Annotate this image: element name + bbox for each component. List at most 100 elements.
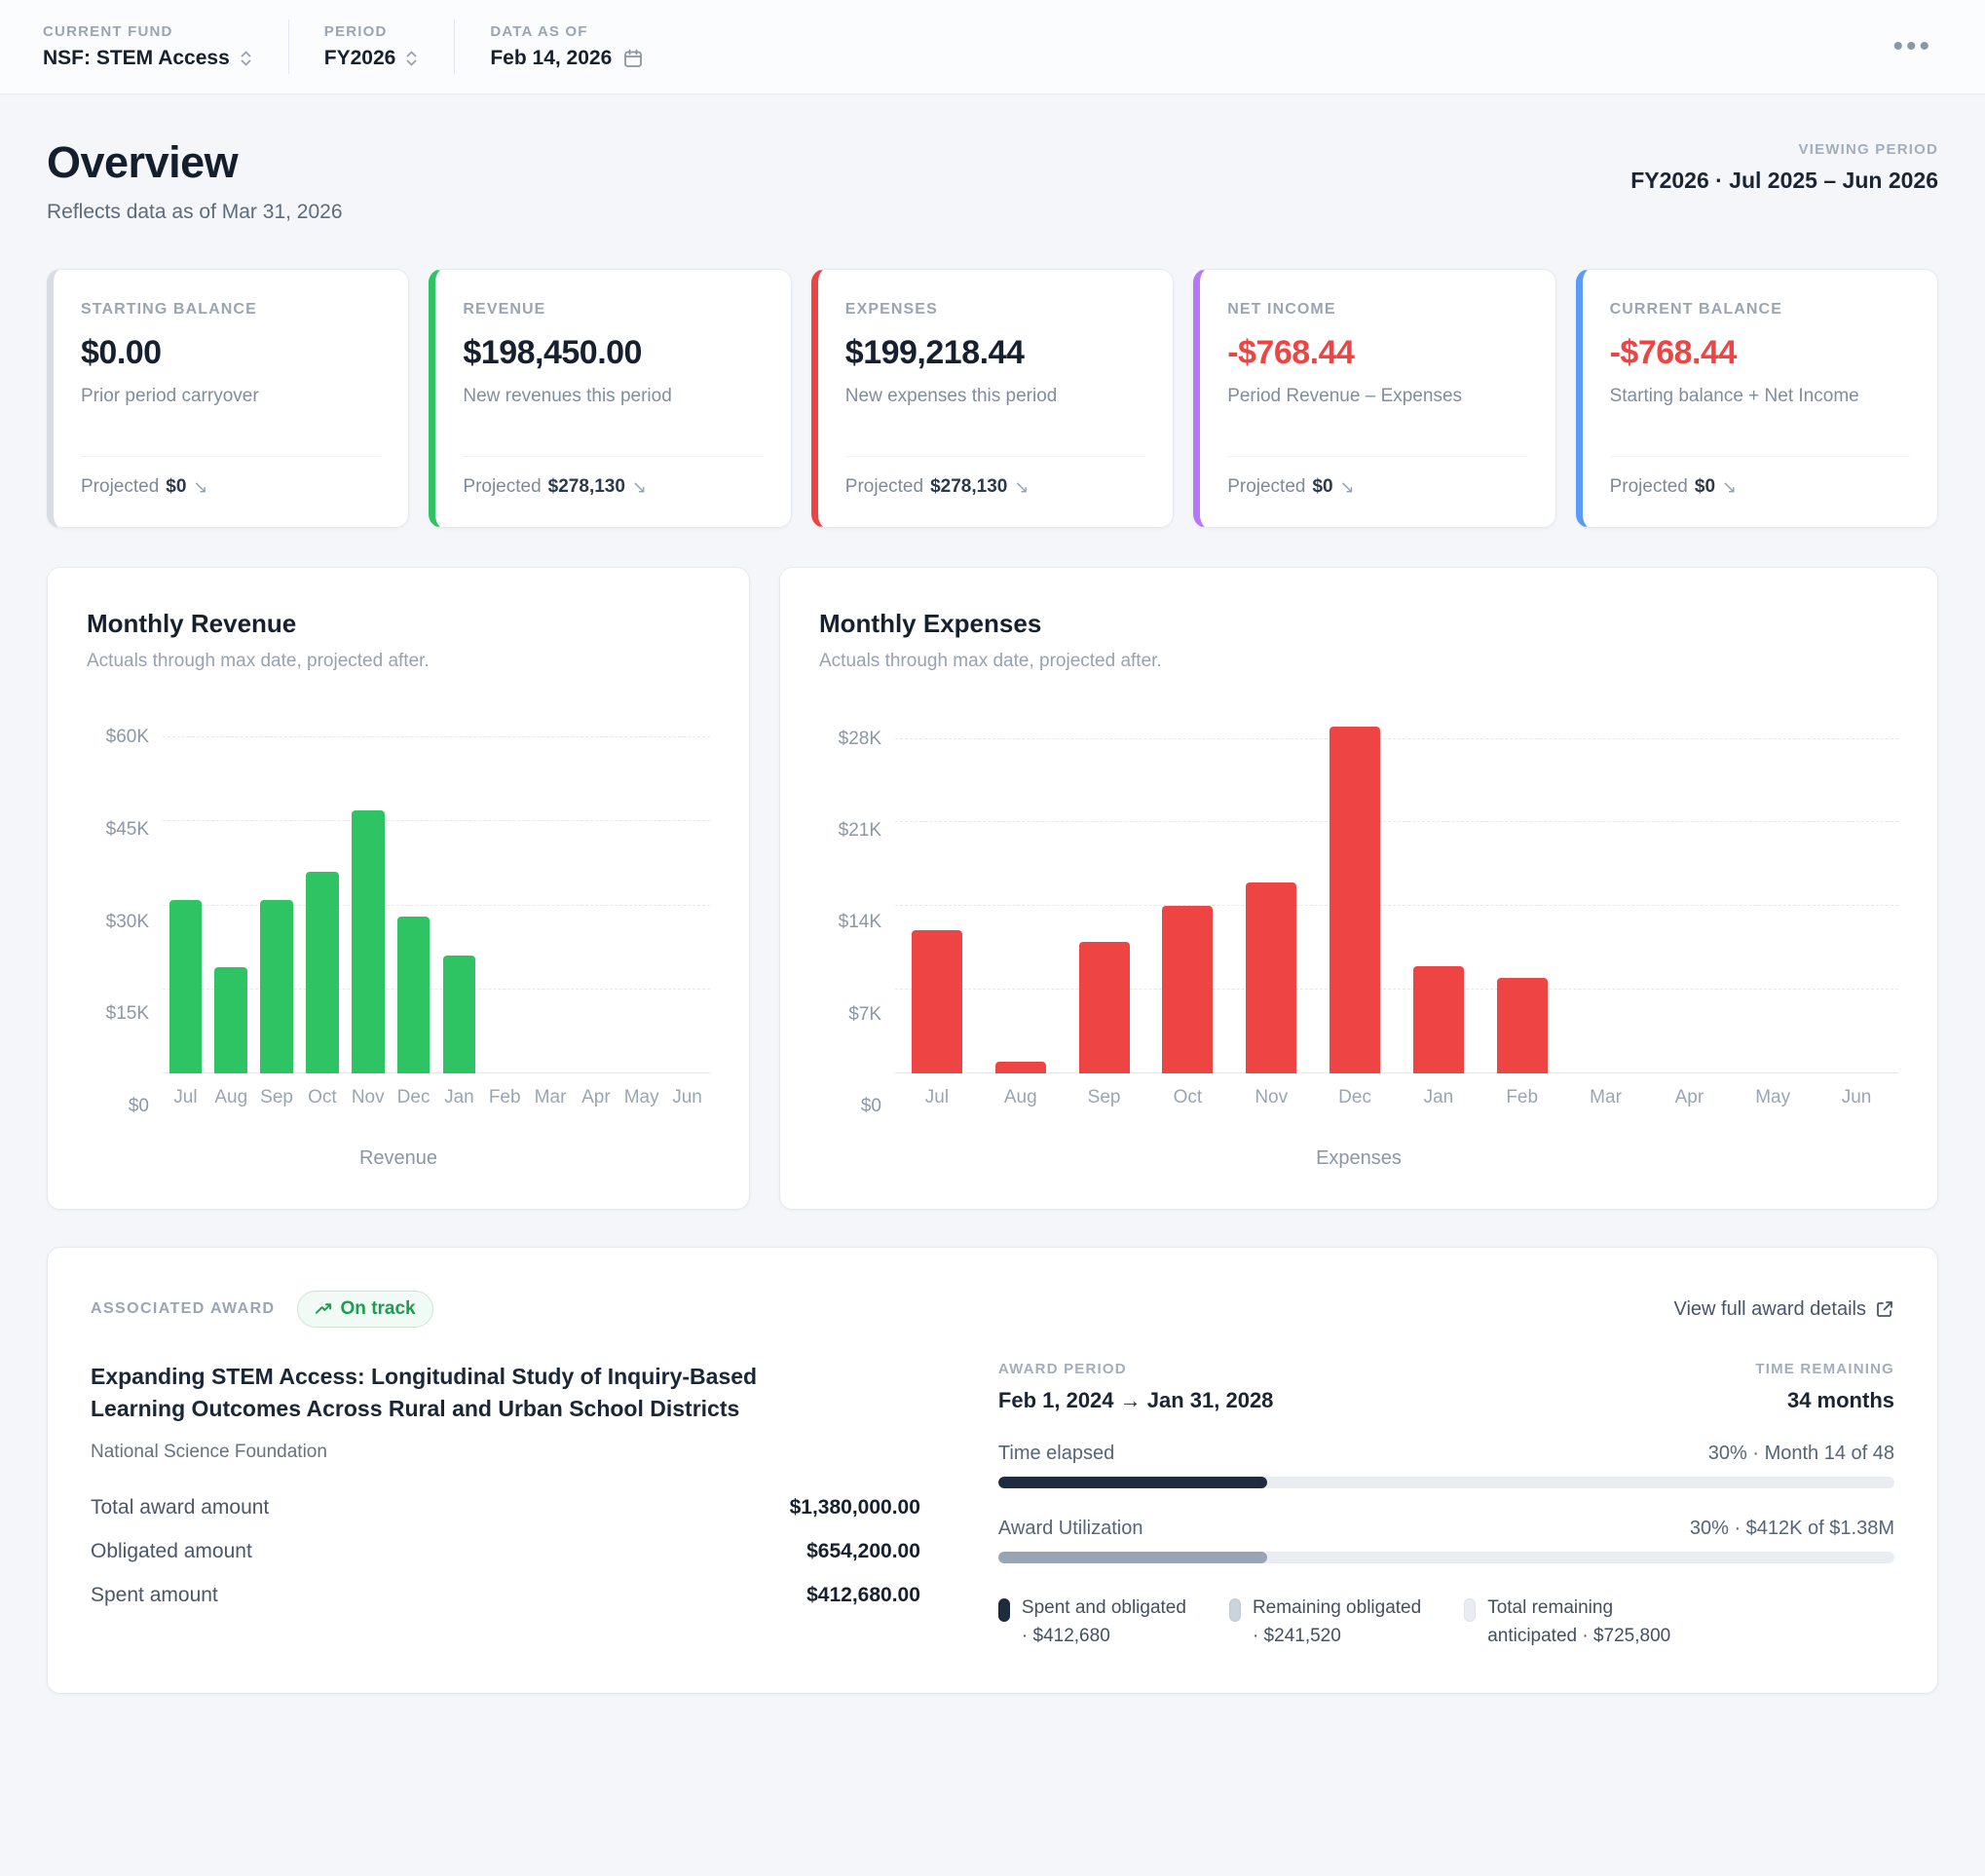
x-label-sep: Sep xyxy=(254,1087,300,1108)
progress-label: Time elapsed xyxy=(998,1443,1114,1465)
expenses-bar-jan xyxy=(1413,966,1464,1073)
period-select[interactable]: FY2026 xyxy=(324,47,420,70)
data-as-of-group: DATA AS OF Feb 14, 2026 xyxy=(490,23,644,70)
projected-value: $0 xyxy=(166,476,186,498)
plot-column: JulAugSepOctNovDecJanFebMarAprMayJun xyxy=(895,715,1898,1108)
y-axis: $0$15K$30K$45K$60K xyxy=(87,715,163,1108)
projected-row: Projected$0↘ xyxy=(81,476,381,498)
bar-slot-oct xyxy=(1145,715,1229,1073)
progress-fill xyxy=(998,1477,1267,1488)
x-label-apr: Apr xyxy=(573,1087,618,1108)
stat-card-current-balance: CURRENT BALANCE-$768.44Starting balance … xyxy=(1576,269,1938,528)
legend-label-line1: Spent and obligated xyxy=(1022,1595,1186,1623)
stat-card-description: Starting balance + Net Income xyxy=(1610,384,1910,409)
legend-dot xyxy=(1464,1598,1476,1622)
viewing-period-value: FY2026 · Jul 2025 – Jun 2026 xyxy=(1630,168,1938,194)
status-badge-label: On track xyxy=(341,1298,416,1320)
bar-slot-jan xyxy=(436,715,482,1073)
viewing-period: VIEWING PERIOD FY2026 · Jul 2025 – Jun 2… xyxy=(1630,137,1938,194)
expenses-bar-aug xyxy=(995,1062,1046,1073)
y-tick-label: $21K xyxy=(839,820,881,842)
progress-bars: Time elapsed30% · Month 14 of 48Award Ut… xyxy=(998,1443,1894,1563)
bar-slot-aug xyxy=(208,715,254,1073)
data-as-of-picker[interactable]: Feb 14, 2026 xyxy=(490,47,644,70)
award-summary: Expanding STEM Access: Longitudinal Stud… xyxy=(91,1361,920,1650)
x-label-jul: Jul xyxy=(163,1087,208,1108)
bar-slot-nov xyxy=(1229,715,1313,1073)
legend-item: Total remaininganticipated · $725,800 xyxy=(1464,1595,1670,1650)
expenses-bar-sep xyxy=(1079,942,1130,1073)
award-utilization-progress: Award Utilization30% · $412K of $1.38M xyxy=(998,1518,1894,1563)
y-tick-label: $7K xyxy=(848,1004,881,1026)
y-tick-label: $14K xyxy=(839,912,881,933)
x-axis-labels: JulAugSepOctNovDecJanFebMarAprMayJun xyxy=(895,1087,1898,1108)
bar-slot-jun xyxy=(664,715,710,1073)
x-label-aug: Aug xyxy=(979,1087,1063,1108)
amount-label: Total award amount xyxy=(91,1496,269,1520)
legend-item: Remaining obligated· $241,520 xyxy=(1229,1595,1421,1650)
bar-slot-jan xyxy=(1397,715,1480,1073)
revenue-bar-dec xyxy=(397,917,431,1073)
bar-slot-feb xyxy=(482,715,528,1073)
fund-select-group: CURRENT FUND NSF: STEM Access xyxy=(43,23,253,70)
y-tick-label: $45K xyxy=(106,819,149,841)
bars xyxy=(895,715,1898,1073)
bar-slot-mar xyxy=(1564,715,1648,1073)
chart-title: Monthly Revenue xyxy=(87,609,710,639)
plot-column: JulAugSepOctNovDecJanFebMarAprMayJun xyxy=(163,715,710,1108)
x-label-may: May xyxy=(618,1087,664,1108)
chevron-updown-icon xyxy=(239,49,253,68)
award-progress: AWARD PERIOD Feb 1, 2024 → Jan 31, 2028 … xyxy=(998,1361,1894,1650)
amount-row: Obligated amount$654,200.00 xyxy=(91,1540,920,1563)
x-label-nov: Nov xyxy=(1229,1087,1313,1108)
legend-label-line2: · $412,680 xyxy=(1022,1623,1186,1651)
progress-fill xyxy=(998,1552,1267,1563)
status-badge: On track xyxy=(297,1291,433,1328)
fund-select[interactable]: NSF: STEM Access xyxy=(43,47,253,70)
revenue-bar-jan xyxy=(443,956,476,1073)
time-remaining-label: TIME REMAINING xyxy=(1755,1361,1894,1377)
legend-label-line1: Total remaining xyxy=(1487,1595,1670,1623)
stat-card-label: EXPENSES xyxy=(845,301,1145,319)
projected-row: Projected$278,130↘ xyxy=(845,476,1145,498)
divider xyxy=(1610,456,1910,457)
y-tick-label: $0 xyxy=(129,1096,149,1117)
legend-dot xyxy=(1229,1598,1241,1622)
progress-track xyxy=(998,1552,1894,1563)
x-label-sep: Sep xyxy=(1063,1087,1146,1108)
expenses-bar-feb xyxy=(1497,978,1548,1073)
top-bar: CURRENT FUND NSF: STEM Access PERIOD FY2… xyxy=(0,0,1985,94)
legend-label: Spent and obligated· $412,680 xyxy=(1022,1595,1186,1650)
stat-card-value: $198,450.00 xyxy=(463,334,763,372)
chart-subtitle: Actuals through max date, projected afte… xyxy=(819,651,1898,672)
projected-value: $0 xyxy=(1312,476,1332,498)
details-link-label: View full award details xyxy=(1673,1298,1866,1321)
bar-slot-dec xyxy=(391,715,436,1073)
plot-area xyxy=(163,715,710,1073)
stat-card-value: $0.00 xyxy=(81,334,381,372)
stat-card-label: NET INCOME xyxy=(1227,301,1527,319)
stat-card-net-income: NET INCOME-$768.44Period Revenue – Expen… xyxy=(1193,269,1555,528)
stat-card-revenue: REVENUE$198,450.00New revenues this peri… xyxy=(429,269,791,528)
trend-down-right-icon: ↘ xyxy=(632,477,647,498)
x-label-apr: Apr xyxy=(1647,1087,1731,1108)
amount-value: $654,200.00 xyxy=(806,1540,920,1563)
page-title: Overview xyxy=(47,137,343,188)
overflow-menu-button[interactable]: ••• xyxy=(1883,31,1942,62)
stat-card-description: Prior period carryover xyxy=(81,384,381,409)
stat-card-label: CURRENT BALANCE xyxy=(1610,301,1910,319)
progress-value-text: 30% · $412K of $1.38M xyxy=(1690,1518,1894,1540)
revenue-bar-jul xyxy=(169,900,203,1073)
x-label-aug: Aug xyxy=(208,1087,254,1108)
progress-label-row: Award Utilization30% · $412K of $1.38M xyxy=(998,1518,1894,1540)
expenses-bar-oct xyxy=(1162,906,1213,1073)
legend-label-line1: Remaining obligated xyxy=(1253,1595,1421,1623)
page-header: Overview Reflects data as of Mar 31, 202… xyxy=(47,137,1938,224)
y-tick-label: $60K xyxy=(106,727,149,748)
amount-value: $412,680.00 xyxy=(806,1584,920,1607)
x-label-dec: Dec xyxy=(391,1087,436,1108)
bar-slot-jul xyxy=(163,715,208,1073)
period-label: PERIOD xyxy=(324,23,420,40)
view-full-award-details-link[interactable]: View full award details xyxy=(1673,1298,1894,1321)
chart-body: $0$7K$14K$21K$28KJulAugSepOctNovDecJanFe… xyxy=(819,715,1898,1108)
